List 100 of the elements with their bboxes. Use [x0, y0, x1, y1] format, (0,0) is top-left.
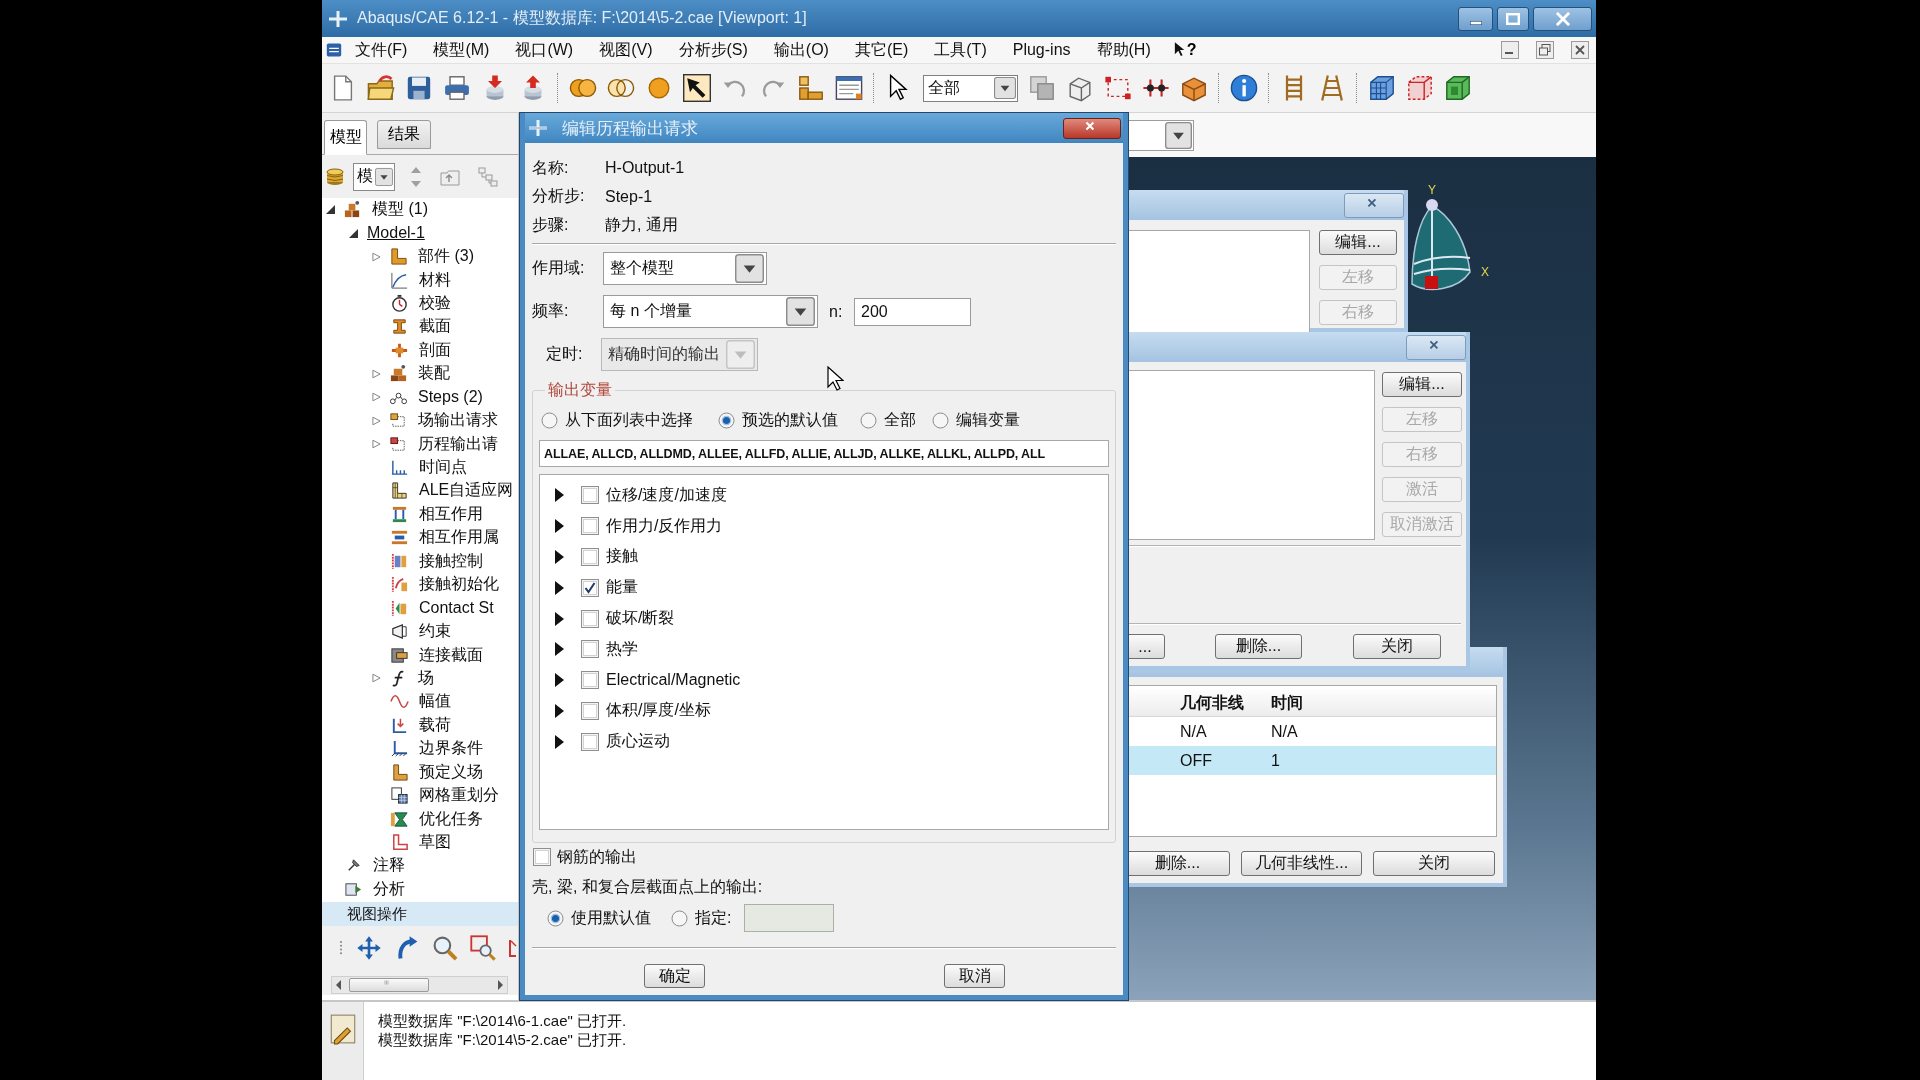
- notepad-pencil-icon[interactable]: [328, 1013, 357, 1045]
- tree-item[interactable]: Contact St: [390, 596, 494, 620]
- dialog-button[interactable]: 关闭: [1353, 634, 1441, 659]
- triangle-icon[interactable]: [554, 673, 564, 688]
- dropdown[interactable]: 整个模型: [603, 252, 767, 285]
- dropdown[interactable]: [1126, 119, 1194, 151]
- triangle-icon[interactable]: [349, 228, 358, 238]
- checkbox[interactable]: [581, 701, 599, 720]
- close-button[interactable]: [1533, 6, 1592, 31]
- tree-item[interactable]: 模型 (1): [326, 198, 428, 222]
- dialog-button[interactable]: 关闭: [1373, 851, 1495, 876]
- triangle-icon[interactable]: [554, 519, 564, 534]
- menu-item[interactable]: 视口(W): [502, 39, 587, 61]
- menu-item[interactable]: 分析步(S): [665, 39, 761, 61]
- move-arrows-icon[interactable]: [356, 935, 382, 961]
- tree-filter-dropdown[interactable]: 模: [353, 162, 395, 191]
- close-button[interactable]: [1063, 117, 1121, 139]
- tree-item[interactable]: 连接截面: [390, 643, 483, 667]
- radio-button[interactable]: [547, 909, 564, 927]
- checkbox[interactable]: [581, 609, 599, 628]
- close-icon[interactable]: [1571, 41, 1589, 59]
- table-window-icon[interactable]: [835, 74, 863, 102]
- tree-item[interactable]: 剖面: [390, 338, 451, 363]
- category-label[interactable]: 位移/速度/加速度: [606, 484, 727, 506]
- column-header[interactable]: 几何非线: [1180, 692, 1271, 714]
- triangle-icon[interactable]: [554, 642, 564, 657]
- table-row[interactable]: N/A N/A: [1126, 717, 1496, 746]
- restore-icon[interactable]: [1536, 41, 1554, 59]
- magnifier-icon[interactable]: [432, 935, 458, 961]
- checkbox[interactable]: [581, 732, 599, 751]
- tree-item[interactable]: 接触初始化: [390, 573, 499, 597]
- trestle-icon[interactable]: [1318, 74, 1346, 102]
- printer-icon[interactable]: [443, 74, 471, 102]
- radio-label[interactable]: 使用默认值: [571, 907, 651, 929]
- triangle-icon[interactable]: [554, 580, 564, 595]
- tree-item[interactable]: 幅值: [390, 690, 451, 714]
- radio-button[interactable]: [860, 412, 877, 429]
- checkbox[interactable]: [581, 640, 599, 659]
- menu-item[interactable]: Plug-ins: [999, 41, 1084, 59]
- minimize-icon[interactable]: [1501, 41, 1519, 59]
- radio-label[interactable]: 编辑变量: [956, 410, 1020, 431]
- box-zoom-icon[interactable]: [470, 935, 496, 961]
- info-icon[interactable]: [1230, 74, 1258, 102]
- save-icon[interactable]: [405, 74, 433, 102]
- dashed-rectangle-icon[interactable]: [1104, 74, 1132, 102]
- input-field[interactable]: 200: [854, 297, 971, 326]
- whats-this-button[interactable]: ?: [1169, 41, 1201, 59]
- menu-item[interactable]: 工具(T): [921, 39, 1000, 61]
- dialog-button[interactable]: 取消: [944, 964, 1005, 988]
- checkbox-label[interactable]: 钢筋的输出: [557, 846, 637, 868]
- tree-item[interactable]: 校验: [390, 291, 451, 316]
- column-header[interactable]: 时间: [1271, 692, 1303, 714]
- menu-item[interactable]: 帮助(H): [1083, 39, 1164, 61]
- tree-item[interactable]: 截面: [390, 315, 451, 339]
- side-button[interactable]: 编辑...: [1382, 372, 1462, 397]
- checkbox[interactable]: [581, 486, 599, 505]
- blocks-icon[interactable]: [797, 74, 825, 102]
- dialog-button[interactable]: 几何非线性...: [1241, 851, 1362, 876]
- scrollbar-thumb[interactable]: [349, 978, 429, 992]
- triangle-icon[interactable]: [554, 488, 564, 503]
- radio-label[interactable]: 从下面列表中选择: [565, 410, 693, 431]
- radio-label[interactable]: 预选的默认值: [742, 410, 838, 431]
- tree-item[interactable]: 装配: [372, 362, 450, 386]
- tree-item[interactable]: 载荷: [390, 713, 451, 738]
- checkbox[interactable]: [581, 671, 599, 690]
- menu-item[interactable]: 文件(F): [342, 39, 421, 61]
- tree-item[interactable]: 接触控制: [390, 549, 483, 573]
- tree-item[interactable]: 场输出请求: [372, 408, 498, 433]
- arrow-box-icon[interactable]: [683, 74, 711, 102]
- tree-item[interactable]: 优化任务: [390, 807, 483, 831]
- category-label[interactable]: Electrical/Magnetic: [606, 671, 741, 690]
- table-row[interactable]: OFF 1: [1126, 746, 1496, 775]
- side-button[interactable]: 编辑...: [1319, 230, 1397, 255]
- dropdown[interactable]: 每 n 个增量: [603, 295, 818, 328]
- horizontal-scrollbar[interactable]: [331, 976, 508, 994]
- selection-dropdown[interactable]: 全部: [923, 74, 1018, 102]
- tree-item[interactable]: ALE自适应网: [390, 479, 514, 503]
- tree-item[interactable]: Model-1: [349, 221, 425, 245]
- tree-item[interactable]: 相互作用: [390, 502, 483, 527]
- tree-item[interactable]: 场: [372, 666, 434, 691]
- checkbox[interactable]: [581, 578, 599, 597]
- radio-label[interactable]: 全部: [884, 410, 916, 431]
- triangle-icon[interactable]: [554, 550, 564, 564]
- tree-item[interactable]: Steps (2): [372, 385, 483, 409]
- menu-item[interactable]: 输出(O): [760, 39, 842, 61]
- dialog-button[interactable]: 删除...: [1215, 634, 1302, 659]
- tree-item[interactable]: 材料: [390, 268, 451, 292]
- category-label[interactable]: 热学: [606, 638, 638, 660]
- triangle-icon[interactable]: [326, 205, 335, 215]
- category-label[interactable]: 质心运动: [606, 731, 670, 753]
- dialog-button[interactable]: 确定: [644, 964, 705, 988]
- radio-button[interactable]: [671, 909, 688, 927]
- variables-field[interactable]: ALLAE, ALLCD, ALLDMD, ALLEE, ALLFD, ALLIE, ALLJD, ALLKE, ALLKL, ALLPD, ALL: [539, 440, 1109, 467]
- database-icon[interactable]: [325, 165, 345, 188]
- minimize-button[interactable]: [1458, 6, 1493, 31]
- tree-nodes-icon[interactable]: [478, 166, 498, 187]
- tree-item[interactable]: 草图: [390, 830, 451, 855]
- triangle-icon[interactable]: [554, 611, 564, 626]
- tree-item[interactable]: 注释: [344, 854, 405, 878]
- grid-cube-icon[interactable]: [1368, 74, 1396, 102]
